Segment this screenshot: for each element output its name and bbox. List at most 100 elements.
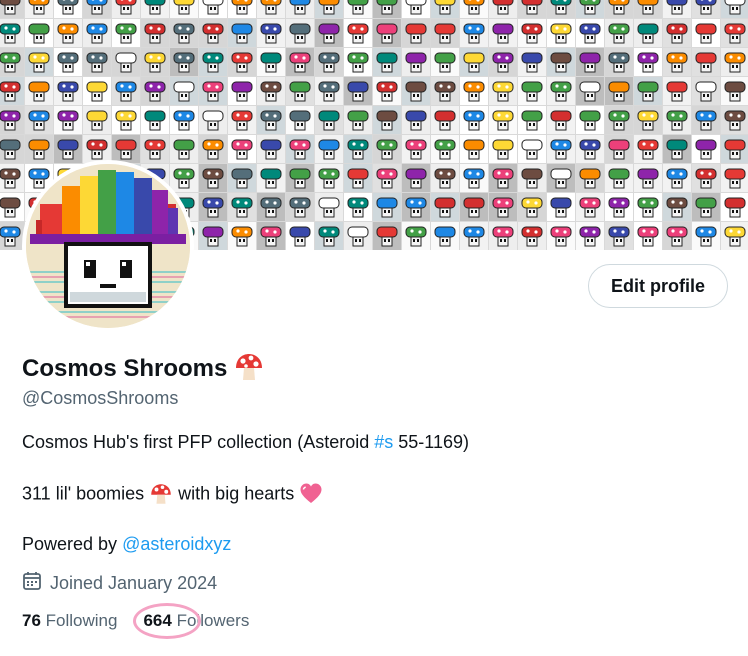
banner-tile <box>605 222 633 250</box>
banner-tile <box>721 135 748 163</box>
banner-tile <box>518 19 546 47</box>
following-link[interactable]: 76 Following <box>22 611 117 631</box>
banner-tile <box>315 164 343 192</box>
banner-tile <box>228 19 256 47</box>
banner-tile <box>692 135 720 163</box>
pink-heart-icon <box>299 482 323 507</box>
banner-tile <box>83 0 111 18</box>
banner-tile <box>54 135 82 163</box>
banner-tile <box>141 135 169 163</box>
followers-link[interactable]: 664 Followers <box>143 611 249 631</box>
banner-tile <box>83 19 111 47</box>
following-count: 76 <box>22 611 41 630</box>
bio-text: Powered by <box>22 534 123 554</box>
bio-text: 311 lil' boomies <box>22 483 150 504</box>
banner-tile <box>605 106 633 134</box>
banner-tile <box>170 48 198 76</box>
banner-tile <box>373 222 401 250</box>
bio-text: with big hearts <box>173 483 300 504</box>
banner-tile <box>431 222 459 250</box>
banner-tile <box>634 19 662 47</box>
banner-tile <box>460 77 488 105</box>
followers-label: Followers <box>176 611 250 630</box>
banner-tile <box>576 164 604 192</box>
banner-tile <box>547 222 575 250</box>
banner-tile <box>605 135 633 163</box>
banner-tile <box>141 106 169 134</box>
banner-tile <box>228 106 256 134</box>
banner-tile <box>547 77 575 105</box>
banner-tile <box>112 19 140 47</box>
banner-tile <box>0 0 24 18</box>
banner-tile <box>54 106 82 134</box>
banner-tile <box>576 106 604 134</box>
banner-tile <box>402 222 430 250</box>
banner-tile <box>692 48 720 76</box>
banner-tile <box>286 164 314 192</box>
banner-tile <box>344 106 372 134</box>
banner-tile <box>460 193 488 221</box>
rainbow-pixel-mushroom-icon <box>26 164 190 328</box>
banner-tile <box>315 48 343 76</box>
banner-tile <box>547 19 575 47</box>
banner-tile <box>344 222 372 250</box>
banner-tile <box>199 106 227 134</box>
banner-tile <box>228 135 256 163</box>
banner-tile <box>286 106 314 134</box>
banner-tile <box>170 106 198 134</box>
banner-tile <box>373 48 401 76</box>
banner-tile <box>663 193 691 221</box>
banner-tile <box>257 135 285 163</box>
banner-tile <box>721 48 748 76</box>
banner-tile <box>0 106 24 134</box>
banner-tile <box>605 19 633 47</box>
banner-tile <box>228 77 256 105</box>
banner-tile <box>141 0 169 18</box>
hashtag-link[interactable]: #s <box>374 432 393 452</box>
banner-tile <box>373 19 401 47</box>
banner-tile <box>460 164 488 192</box>
banner-tile <box>25 106 53 134</box>
banner-tile <box>547 48 575 76</box>
banner-tile <box>721 193 748 221</box>
banner-tile <box>286 222 314 250</box>
banner-tile <box>489 77 517 105</box>
banner-tile <box>286 19 314 47</box>
banner-tile <box>83 135 111 163</box>
banner-tile <box>0 164 24 192</box>
bio-text: 55-1169) <box>393 432 469 452</box>
display-name: Cosmos Shrooms <box>22 355 228 382</box>
banner-tile <box>315 77 343 105</box>
banner-tile <box>518 135 546 163</box>
banner-tile <box>402 135 430 163</box>
banner-tile <box>344 48 372 76</box>
banner-tile <box>199 0 227 18</box>
banner-tile <box>460 19 488 47</box>
banner-tile <box>373 106 401 134</box>
banner-tile <box>199 48 227 76</box>
banner-tile <box>402 19 430 47</box>
banner-tile <box>431 193 459 221</box>
banner-tile <box>170 19 198 47</box>
banner-tile <box>431 164 459 192</box>
banner-tile <box>663 106 691 134</box>
banner-tile <box>25 19 53 47</box>
banner-tile <box>634 0 662 18</box>
banner-tile <box>228 193 256 221</box>
edit-profile-button[interactable]: Edit profile <box>588 264 728 308</box>
banner-tile <box>373 193 401 221</box>
banner-tile <box>257 106 285 134</box>
banner-tile <box>518 77 546 105</box>
banner-tile <box>489 164 517 192</box>
mention-link[interactable]: @asteroidxyz <box>122 534 231 554</box>
banner-tile <box>692 19 720 47</box>
avatar[interactable] <box>26 164 190 328</box>
banner-tile <box>431 48 459 76</box>
banner-tile <box>315 19 343 47</box>
banner-tile <box>692 193 720 221</box>
banner-tile <box>112 77 140 105</box>
banner-tile <box>518 0 546 18</box>
banner-tile <box>286 193 314 221</box>
banner-tile <box>402 164 430 192</box>
banner-tile <box>257 0 285 18</box>
